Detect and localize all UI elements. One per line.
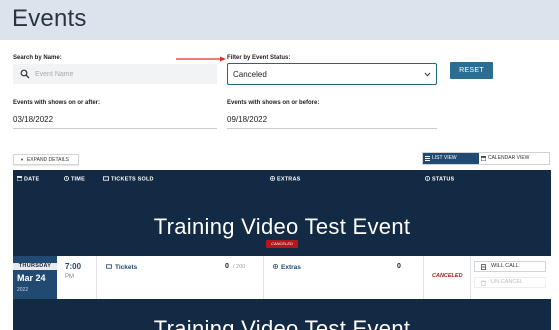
- status-filter-label: Filter by Event Status:: [227, 55, 291, 61]
- column-extras: EXTRAS: [270, 176, 301, 183]
- view-toggle: LIST VIEW CALENDAR VIEW: [422, 152, 550, 165]
- expand-details-label: EXPAND DETAILS: [26, 156, 70, 163]
- column-divider: [423, 256, 424, 299]
- status-filter-value: Canceled: [233, 70, 267, 79]
- calendar-icon: [481, 156, 486, 161]
- list-view-label: LIST VIEW: [432, 155, 457, 161]
- column-status: STATUS: [425, 176, 454, 183]
- extras-label: Extras: [281, 264, 301, 271]
- expand-details-button[interactable]: ▼ EXPAND DETAILS: [13, 154, 79, 165]
- will-call-label: WILL CALL: [491, 263, 519, 269]
- clock-icon: [64, 176, 69, 181]
- canceled-badge: CANCELED: [266, 240, 298, 248]
- will-call-button[interactable]: WILL CALL: [474, 261, 546, 272]
- year: 2022: [17, 287, 29, 293]
- show-date-cell: THURSDAY Mar 24 2022: [13, 256, 57, 299]
- clipboard-icon: [481, 264, 486, 270]
- before-date-underline: [227, 128, 437, 129]
- column-date: DATE: [17, 176, 39, 183]
- column-divider: [263, 256, 264, 299]
- plus-circle-icon: [273, 264, 278, 269]
- column-divider: [470, 256, 471, 299]
- status-filter-select[interactable]: Canceled: [227, 63, 437, 85]
- page-header: Events: [0, 0, 559, 40]
- tickets-link[interactable]: Tickets: [106, 264, 137, 271]
- events-page: Events Search by Name: Filter by Event S…: [0, 0, 559, 330]
- extras-link[interactable]: Extras: [273, 264, 301, 271]
- day-of-week: THURSDAY: [13, 263, 57, 270]
- event-title[interactable]: Training Video Test Event: [13, 316, 551, 330]
- table-row: THURSDAY Mar 24 2022 7:00 PM Tickets 0 /…: [13, 256, 551, 299]
- un-cancel-button[interactable]: UN-CANCEL: [474, 277, 546, 288]
- show-status: CANCELED: [432, 273, 463, 279]
- column-divider: [96, 256, 97, 299]
- column-tickets-sold: TICKETS SOLD: [103, 176, 154, 183]
- un-cancel-label: UN-CANCEL: [491, 279, 524, 285]
- search-label: Search by Name:: [13, 55, 62, 61]
- search-icon: [20, 69, 30, 79]
- ticket-icon: [103, 176, 109, 181]
- ticket-icon: [106, 264, 112, 269]
- reset-button[interactable]: RESET: [450, 62, 493, 79]
- column-time: TIME: [64, 176, 85, 183]
- show-ampm: PM: [65, 274, 74, 280]
- page-title: Events: [12, 5, 87, 32]
- caret-down-icon: ▼: [20, 157, 24, 162]
- calendar-view-button[interactable]: CALENDAR VIEW: [480, 153, 549, 164]
- month-day: Mar 24: [17, 273, 46, 283]
- search-input[interactable]: [35, 67, 210, 81]
- show-time: 7:00: [65, 262, 82, 271]
- before-date-label: Events with shows on or before:: [227, 100, 320, 106]
- table-header: DATE TIME TICKETS SOLD EXTRAS STATUS: [13, 170, 551, 188]
- info-icon: [425, 176, 430, 181]
- list-icon: [425, 156, 430, 161]
- calendar-view-label: CALENDAR VIEW: [488, 155, 530, 161]
- tickets-capacity: / 200: [233, 264, 246, 270]
- calendar-icon: [17, 176, 22, 181]
- after-date-input[interactable]: 03/18/2022: [13, 115, 53, 124]
- after-date-underline: [13, 128, 217, 129]
- before-date-input[interactable]: 09/18/2022: [227, 115, 267, 124]
- plus-circle-icon: [270, 176, 275, 181]
- search-field[interactable]: [13, 64, 217, 84]
- tickets-sold-count: 0: [225, 263, 229, 270]
- after-date-label: Events with shows on or after:: [13, 100, 101, 106]
- trash-icon: [481, 280, 486, 286]
- extras-count: 0: [397, 263, 401, 270]
- chevron-down-icon: [424, 72, 431, 77]
- events-table: DATE TIME TICKETS SOLD EXTRAS STATUS Tra…: [13, 170, 551, 330]
- tickets-label: Tickets: [115, 264, 138, 271]
- event-title[interactable]: Training Video Test Event: [13, 214, 551, 240]
- annotation-arrow-icon: [176, 56, 226, 62]
- list-view-button[interactable]: LIST VIEW: [423, 153, 479, 164]
